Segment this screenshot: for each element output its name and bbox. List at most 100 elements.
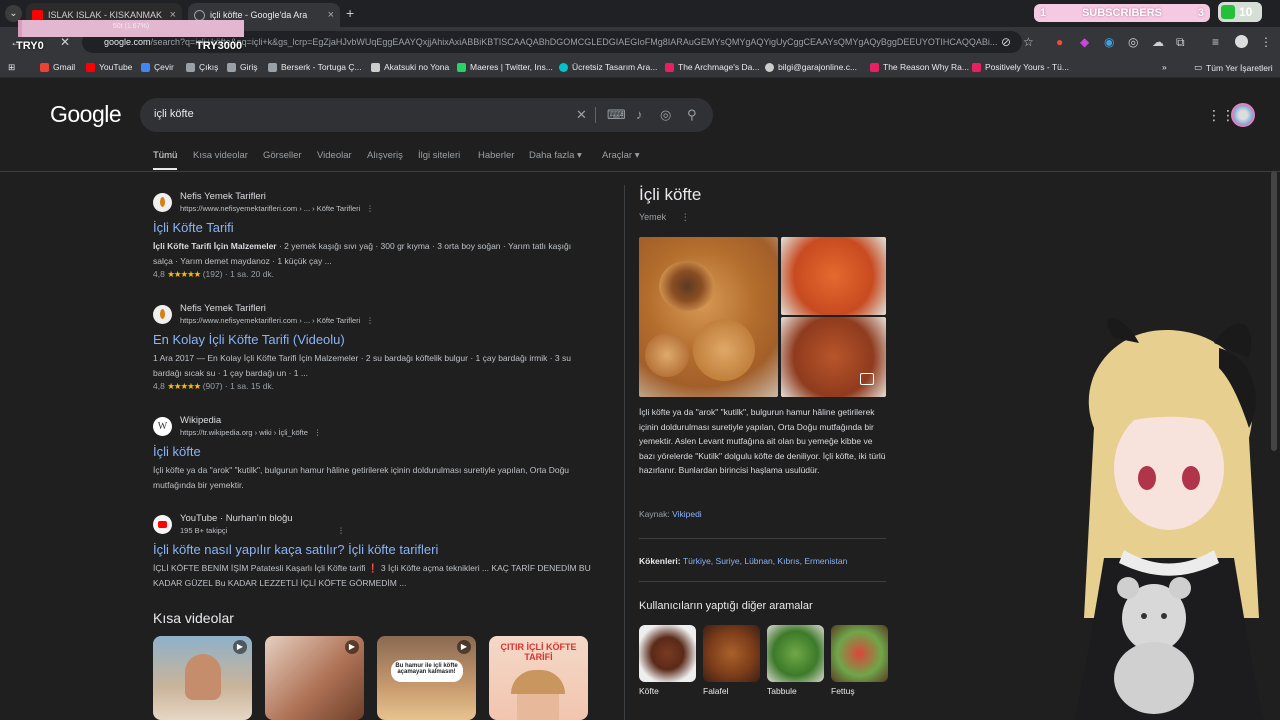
more-options-icon[interactable]: ⋮ (366, 316, 374, 325)
bookmark-positively-yours[interactable]: Positively Yours - Tü... (972, 62, 1069, 72)
source-link[interactable]: Vikipedi (672, 509, 702, 519)
knowledge-panel-title: İçli köfte (639, 185, 702, 204)
also-search-image (831, 625, 888, 682)
also-search-image (703, 625, 760, 682)
also-search-label: Falafel (703, 686, 729, 696)
filter-short-videos[interactable]: Kısa videolar (193, 150, 248, 161)
filter-images[interactable]: Görseller (263, 150, 302, 161)
apps-grid-icon[interactable]: ⊞ (8, 62, 15, 73)
bookmark-maeres[interactable]: Maeres | Twitter, Ins... (457, 62, 553, 72)
food-image-3[interactable] (781, 317, 886, 397)
extension-icon[interactable]: ◆ (1080, 35, 1089, 49)
also-search-item[interactable]: Fettuş (831, 625, 888, 696)
short-video-thumb[interactable]: Bu hamur ile içli köfte açamayan kalması… (377, 636, 476, 720)
search-result: W Wikipedia https://tr.wikipedia.org › w… (153, 415, 593, 492)
microphone-icon[interactable]: ♪ (636, 107, 643, 122)
bookmark-label: Ücretsiz Tasarım Ara... (572, 62, 658, 72)
divider (595, 107, 596, 123)
extension-icon[interactable]: ◉ (1104, 35, 1114, 49)
bookmark-canva[interactable]: Ücretsiz Tasarım Ara... (559, 62, 657, 72)
bookmark-berserk[interactable]: Berserk - Tortuga Ç... (268, 62, 362, 72)
result-title[interactable]: En Kolay İçli Köfte Tarifi (Videolu) (153, 332, 593, 347)
filter-tools[interactable]: Araçlar ▾ (602, 150, 640, 161)
bookmark-label: Maeres | Twitter, Ins... (470, 62, 553, 72)
extension-icon[interactable]: ◎ (1128, 35, 1138, 49)
result-source[interactable]: Nefis Yemek Tarifleri https://www.nefisy… (153, 303, 593, 329)
bookmark-archmage[interactable]: The Archmage's Da... (665, 62, 759, 72)
more-options-icon[interactable]: ⋮ (314, 428, 322, 437)
short-video-thumb[interactable]: ▶ (153, 636, 252, 720)
kofte-cut (659, 261, 715, 311)
short-video-thumb[interactable]: ▶ (265, 636, 364, 720)
bookmark-akatsuki[interactable]: Akatsuki no Yona (371, 62, 449, 72)
result-title[interactable]: İçli köfte nasıl yapılır kaça satılır? İ… (153, 542, 593, 557)
result-site-name: Nefis Yemek Tarifleri (180, 303, 266, 314)
bookmark-translate[interactable]: Çevir (141, 62, 174, 72)
menu-kebab-icon[interactable]: ⋮ (1260, 35, 1272, 49)
all-bookmarks[interactable]: ▭ Tüm Yer İşaretleri (1194, 62, 1273, 73)
bookmark-gmail[interactable]: Gmail (40, 62, 75, 72)
short-video-thumb[interactable]: ÇITIR İÇLİ KÖFTE TARİFİ (489, 636, 588, 720)
search-input[interactable]: içli köfte (154, 108, 194, 120)
also-search-item[interactable]: Falafel (703, 625, 760, 696)
close-tab-icon[interactable]: × (328, 9, 334, 21)
page-icon (227, 62, 236, 72)
search-box[interactable]: içli köfte ✕ ⌨ ♪ ◎ ⚲ (140, 98, 713, 132)
account-avatar[interactable] (1231, 103, 1255, 127)
stop-icon[interactable]: ✕ (60, 35, 70, 49)
result-url-text: https://www.nefisyemektarifleri.com › ..… (180, 204, 361, 213)
video-play-icon: ▶ (457, 640, 471, 654)
filter-news[interactable]: Haberler (478, 150, 514, 161)
site-favicon (153, 193, 172, 212)
clear-icon[interactable]: ✕ (576, 107, 587, 123)
result-source[interactable]: W Wikipedia https://tr.wikipedia.org › w… (153, 415, 593, 441)
hide-eye-icon[interactable]: ⊘ (1001, 35, 1011, 49)
search-icon[interactable]: ⚲ (687, 107, 697, 123)
extension-icon[interactable]: ☁ (1152, 35, 1164, 49)
kofte-ball (645, 333, 689, 377)
bookmark-youtube[interactable]: YouTube (86, 62, 132, 72)
more-bookmarks-icon[interactable]: » (1162, 62, 1167, 72)
bookmark-garajonline[interactable]: bilgi@garajonline.c... (765, 62, 857, 72)
google-logo[interactable]: Google (50, 101, 122, 128)
also-search-item[interactable]: Tabbule (767, 625, 824, 696)
profile-icon[interactable] (1235, 35, 1248, 48)
result-source[interactable]: YouTube · Nurhan'ın bloğu 195 B+ takipçi… (153, 513, 593, 539)
folder-icon: ▭ (1194, 62, 1203, 72)
food-image-2[interactable] (781, 237, 886, 315)
reading-list-icon[interactable]: ≡ (1212, 35, 1219, 49)
result-title[interactable]: İçli Köfte Tarifi (153, 220, 593, 235)
bookmark-label: Berserk - Tortuga Ç... (281, 62, 362, 72)
result-snippet: İçli köfte ya da "arok" "kutilk", bulgur… (153, 465, 570, 490)
food-image-main[interactable] (639, 237, 778, 397)
filter-sites[interactable]: İlgi siteleri (418, 150, 460, 161)
origins-links[interactable]: Türkiye, Suriye, Lübnan, Kıbrıs, Ermenis… (683, 556, 847, 566)
result-site-name: Nefis Yemek Tarifleri (180, 191, 266, 202)
avatar-eye-right (1182, 466, 1200, 490)
filter-more[interactable]: Daha fazla ▾ (529, 150, 582, 161)
extension-icon[interactable]: ● (1056, 35, 1063, 49)
result-url: https://tr.wikipedia.org › wiki › İçli_k… (180, 428, 321, 437)
result-title[interactable]: İçli köfte (153, 444, 593, 459)
keyboard-icon[interactable]: ⌨ (607, 107, 626, 123)
filter-all[interactable]: Tümü (153, 150, 177, 161)
new-tab-button[interactable]: + (346, 5, 354, 21)
more-options-icon[interactable]: ⋮ (681, 212, 690, 222)
canva-icon (559, 62, 568, 72)
bookmark-cikis[interactable]: Çıkış (186, 62, 218, 72)
bookmark-reason-why[interactable]: The Reason Why Ra... (870, 62, 969, 72)
filter-shopping[interactable]: Alışveriş (367, 150, 403, 161)
search-result: Nefis Yemek Tarifleri https://www.nefisy… (153, 303, 593, 392)
bookmark-giris[interactable]: Giriş (227, 62, 257, 72)
bookmark-star-icon[interactable]: ☆ (1023, 35, 1034, 49)
result-source[interactable]: Nefis Yemek Tarifleri https://www.nefisy… (153, 191, 593, 217)
filter-videos[interactable]: Videolar (317, 150, 352, 161)
active-filter-indicator (153, 168, 177, 170)
lens-icon[interactable]: ◎ (660, 107, 671, 123)
more-options-icon[interactable]: ⋮ (337, 526, 345, 535)
also-search-image (639, 625, 696, 682)
more-options-icon[interactable]: ⋮ (366, 204, 374, 213)
bookmark-label: The Reason Why Ra... (883, 62, 969, 72)
also-search-item[interactable]: Köfte (639, 625, 696, 696)
extensions-puzzle-icon[interactable]: ⧉ (1176, 35, 1185, 50)
